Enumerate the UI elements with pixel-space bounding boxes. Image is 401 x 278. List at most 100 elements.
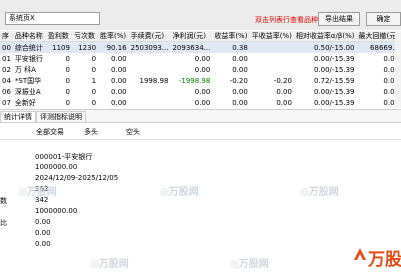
table-cell: 0.00/-15.39 bbox=[313, 65, 355, 74]
table-cell: 0.00 bbox=[111, 76, 127, 85]
table-cell: 0.00 bbox=[111, 87, 127, 96]
table-cell: 1109 bbox=[45, 41, 72, 53]
table-cell: 0.00 bbox=[232, 98, 248, 107]
strategy-select[interactable]: 系统页X bbox=[5, 12, 100, 25]
table-cell: 平安银行 bbox=[14, 54, 43, 63]
table-cell: -0.20 bbox=[229, 76, 248, 85]
col-header[interactable]: 收益率(%) bbox=[212, 31, 250, 42]
tab-stats-detail[interactable]: 统计详情 bbox=[0, 111, 36, 122]
table-cell bbox=[249, 41, 294, 53]
table-row[interactable]: 06 深振业A 0 0 0.00 0.00 0.00 0.00 0.00/-15.39 0.00 bbox=[0, 86, 401, 97]
table-cell: 07 bbox=[2, 98, 11, 107]
table-row[interactable]: 07 全新好 0 0 0.00 0.00 0.00 0.00 0.00/-15.39 0.00 bbox=[0, 97, 401, 108]
table-cell: 2503093... bbox=[128, 41, 171, 53]
table-cell: 0 bbox=[91, 54, 97, 63]
table-row[interactable]: 01 平安银行 0 0 0.00 0.00 0.00 0.00/-15.39 0.00 bbox=[0, 53, 401, 64]
brand-text: 万股 bbox=[368, 250, 401, 270]
table-cell: 0.00 bbox=[111, 65, 127, 74]
table-cell bbox=[250, 53, 294, 64]
table-cell: 0.00 bbox=[232, 65, 248, 74]
table-cell: 0.00/-15.39 bbox=[313, 54, 355, 63]
table-cell bbox=[250, 64, 294, 75]
table-cell bbox=[129, 64, 171, 75]
table-cell: 1230 bbox=[71, 41, 99, 53]
detail-value: 000001-平安银行 bbox=[35, 153, 93, 161]
divider bbox=[0, 139, 401, 140]
table-cell: 0.00 bbox=[232, 87, 248, 96]
table-cell: 0 bbox=[65, 98, 70, 107]
table-cell: 0.50/-15.00 bbox=[293, 41, 357, 53]
table-row[interactable]: 04 *ST国华 0 1 0.00 1998.98 -1998.98 -0.20 -0.20 0.… bbox=[0, 75, 401, 86]
table-row[interactable]: 00 综合统计 1109 1230 90.16 2503093... 2093634... 0… bbox=[0, 41, 401, 53]
table-cell: 02 bbox=[2, 65, 11, 74]
watermark-logo: ◎万股网 bbox=[18, 187, 57, 198]
watermark-logo: ◎万股网 bbox=[90, 259, 129, 270]
table-cell: 0.00 bbox=[194, 98, 211, 107]
table-cell: 0.00/-15.39 bbox=[313, 87, 355, 96]
table-cell: -1998.98 bbox=[178, 76, 211, 85]
table-cell: 0.00 bbox=[276, 87, 292, 96]
table-cell: 0.00 bbox=[276, 98, 292, 107]
table-cell: 深振业A bbox=[14, 87, 41, 96]
table-cell: 1 bbox=[91, 76, 97, 85]
table-cell: -0.20 bbox=[273, 76, 292, 85]
table-cell: 0.00 bbox=[194, 54, 211, 63]
col-header[interactable]: 胜率(%) bbox=[98, 31, 129, 42]
table-cell: 0.00 bbox=[232, 54, 248, 63]
table-cell: 0 bbox=[65, 87, 70, 96]
watermark-logo: ◎万股网 bbox=[300, 187, 339, 198]
table-cell: 0.72/-15.59 bbox=[313, 76, 355, 85]
table-cell bbox=[129, 53, 171, 64]
table-cell: 0.38 bbox=[212, 41, 250, 53]
ok-button[interactable]: 确定 bbox=[366, 12, 401, 26]
table-cell: 0.00/-15.39 bbox=[313, 98, 355, 107]
table-header-row: 序 品种名称 盈利数 亏次数 胜率(%) 手续费(元) 净利润(元) 收益率(%… bbox=[0, 31, 401, 42]
table-cell: 00 bbox=[0, 41, 13, 53]
table-cell: 0.00 bbox=[194, 87, 211, 96]
tab-metrics-help[interactable]: 评测指标说明 bbox=[36, 111, 86, 122]
detail-value: 2024/12/09-2025/12/05 bbox=[35, 174, 119, 182]
table-cell: 01 bbox=[2, 54, 11, 63]
toolbar: 系统页X 双击列表行查看品种详细图表 导出结果 确定 bbox=[0, 0, 401, 30]
detail-value: 0.00 bbox=[35, 240, 51, 248]
table-cell: 0 bbox=[65, 76, 70, 85]
col-header[interactable]: 序 bbox=[0, 31, 13, 42]
col-header[interactable]: 盈利数 bbox=[45, 31, 72, 42]
table-cell: *ST国华 bbox=[14, 76, 42, 85]
table-cell: 04 bbox=[2, 76, 11, 85]
table-cell bbox=[129, 86, 171, 97]
watermark-logo: ◎万股网 bbox=[230, 259, 269, 270]
bottom-tabs: 统计详情 评测指标说明 bbox=[0, 109, 401, 123]
watermark-logo: ◎万股网 bbox=[160, 187, 199, 198]
col-header[interactable]: 手续费(元) bbox=[128, 31, 171, 42]
table-cell: 0 bbox=[91, 65, 97, 74]
col-header[interactable]: 净利润(元) bbox=[170, 31, 213, 42]
table-cell: 0 bbox=[65, 65, 70, 74]
detail-col-short: 空头 bbox=[126, 128, 140, 136]
detail-value: 1000000.00 bbox=[35, 163, 78, 171]
detail-label: 比 bbox=[0, 219, 7, 227]
table-cell bbox=[129, 97, 171, 108]
table-cell: 0.00 bbox=[111, 54, 127, 63]
table-cell: 0 bbox=[91, 98, 97, 107]
table-cell: 万 科A bbox=[14, 65, 36, 74]
col-header[interactable]: 平收益率(%) bbox=[249, 31, 294, 42]
export-button[interactable]: 导出结果 bbox=[318, 12, 360, 26]
detail-label: 数 bbox=[0, 197, 7, 205]
table-cell: 0 bbox=[91, 87, 97, 96]
results-table: 序 品种名称 盈利数 亏次数 胜率(%) 手续费(元) 净利润(元) 收益率(%… bbox=[0, 31, 401, 108]
table-cell: 全新好 bbox=[14, 98, 36, 107]
table-scrollbar[interactable] bbox=[395, 31, 401, 108]
table-cell: 2093634... bbox=[170, 41, 213, 53]
brand-mark-icon bbox=[354, 248, 366, 260]
col-header[interactable]: 品种名称 bbox=[12, 31, 46, 42]
detail-col-long: 多头 bbox=[84, 128, 98, 136]
col-header[interactable]: 亏次数 bbox=[71, 31, 99, 42]
detail-value: 0.00 bbox=[35, 218, 51, 226]
table-row[interactable]: 02 万 科A 0 0 0.00 0.00 0.00 0.00/-15.39 0.00 bbox=[0, 64, 401, 75]
col-header[interactable]: 相对收益率α/β(%) bbox=[293, 31, 357, 42]
brand-logo: 万股 bbox=[352, 244, 401, 270]
detail-value: 1000000.00 bbox=[35, 207, 78, 215]
table-cell: 综合统计 bbox=[12, 41, 46, 53]
table-cell: 0 bbox=[65, 54, 70, 63]
